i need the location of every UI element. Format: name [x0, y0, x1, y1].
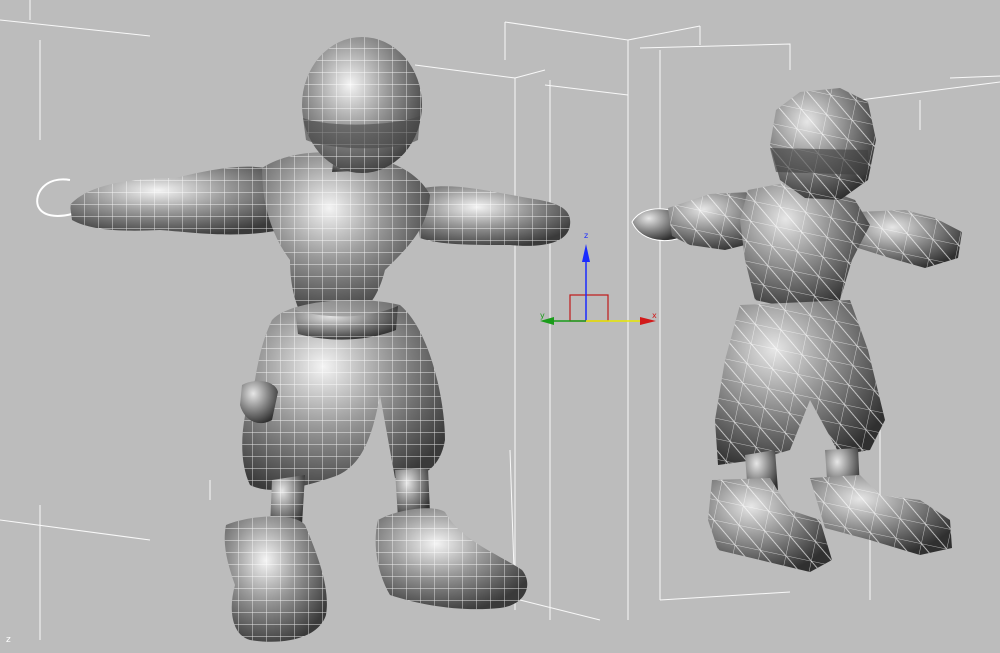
transform-gizmo[interactable]: z x y: [540, 231, 657, 325]
gizmo-z-label: z: [584, 231, 588, 240]
gizmo-plane[interactable]: [569, 294, 609, 322]
perspective-viewport[interactable]: z x y z: [0, 0, 1000, 653]
gizmo-z-arrow[interactable]: [582, 244, 590, 262]
view-cube-axis-label: z: [6, 635, 11, 645]
low-poly-character[interactable]: [631, 88, 962, 572]
gizmo-y-label: y: [540, 311, 545, 320]
viewport-scene[interactable]: z x y: [0, 0, 1000, 653]
hi-poly-character[interactable]: [36, 37, 571, 642]
gizmo-x-label: x: [652, 311, 657, 320]
